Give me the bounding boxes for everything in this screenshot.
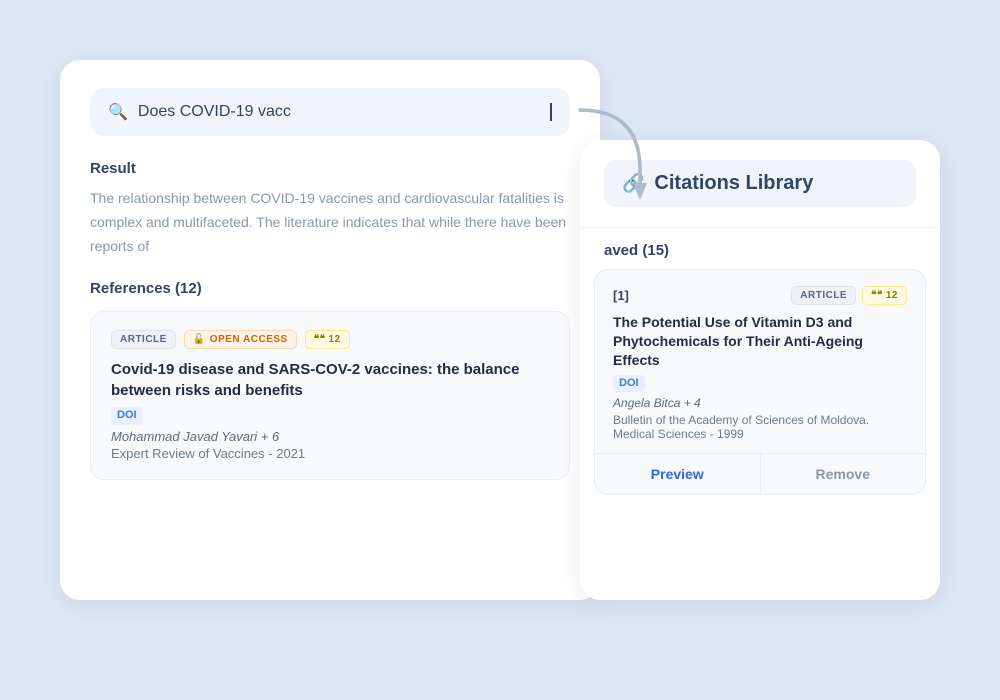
citation-authors: Angela Bitca + 4 <box>613 396 907 410</box>
scene: 🔍 Result The relationship between COVID-… <box>60 60 940 640</box>
citation-journal: Bulletin of the Academy of Sciences of M… <box>613 413 907 441</box>
article-authors: Mohammad Javad Yavari + 6 <box>111 429 549 444</box>
arrow-container <box>560 100 680 220</box>
result-label: Result <box>90 160 570 177</box>
citation-title: The Potential Use of Vitamin D3 and Phyt… <box>613 313 907 392</box>
citation-doi-badge[interactable]: DOI <box>613 375 645 392</box>
badge-row: ARTICLE 🔓 OPEN ACCESS ❝❝ 12 <box>111 330 549 349</box>
citation-ref-num: [1] <box>613 288 629 303</box>
left-card: 🔍 Result The relationship between COVID-… <box>60 60 600 600</box>
citation-article-badge: ARTICLE <box>791 286 856 305</box>
article-journal: Expert Review of Vaccines - 2021 <box>111 446 549 461</box>
cursor <box>550 103 552 121</box>
citation-actions: Preview Remove <box>595 453 925 494</box>
preview-button[interactable]: Preview <box>595 454 760 494</box>
article-badge: ARTICLE <box>111 330 176 349</box>
search-icon: 🔍 <box>108 102 128 122</box>
saved-count: aved (15) <box>580 242 940 259</box>
article-title: Covid-19 disease and SARS-COV-2 vaccines… <box>111 359 549 424</box>
citation-item-card: [1] ARTICLE ❝❝ 12 The Potential Use of V… <box>594 269 926 495</box>
citations-badge: ❝❝ 12 <box>305 330 350 349</box>
citation-item-body: [1] ARTICLE ❝❝ 12 The Potential Use of V… <box>595 270 925 453</box>
citation-quote-icon: ❝❝ <box>871 290 883 301</box>
citation-badge-row: ARTICLE ❝❝ 12 <box>791 286 907 305</box>
quote-icon: ❝❝ <box>314 334 326 345</box>
references-label: References (12) <box>90 280 570 297</box>
doi-badge[interactable]: DOI <box>111 407 143 424</box>
search-bar[interactable]: 🔍 <box>90 88 570 136</box>
result-text: The relationship between COVID-19 vaccin… <box>90 187 570 258</box>
citation-top-row: [1] ARTICLE ❝❝ 12 <box>613 286 907 305</box>
article-card: ARTICLE 🔓 OPEN ACCESS ❝❝ 12 Covid-19 dis… <box>90 311 570 479</box>
search-input[interactable] <box>138 103 538 121</box>
arrow-svg <box>560 100 680 220</box>
citation-citations-badge: ❝❝ 12 <box>862 286 907 305</box>
open-access-badge: 🔓 OPEN ACCESS <box>184 330 297 349</box>
lock-icon: 🔓 <box>193 334 206 345</box>
remove-button[interactable]: Remove <box>760 454 926 494</box>
